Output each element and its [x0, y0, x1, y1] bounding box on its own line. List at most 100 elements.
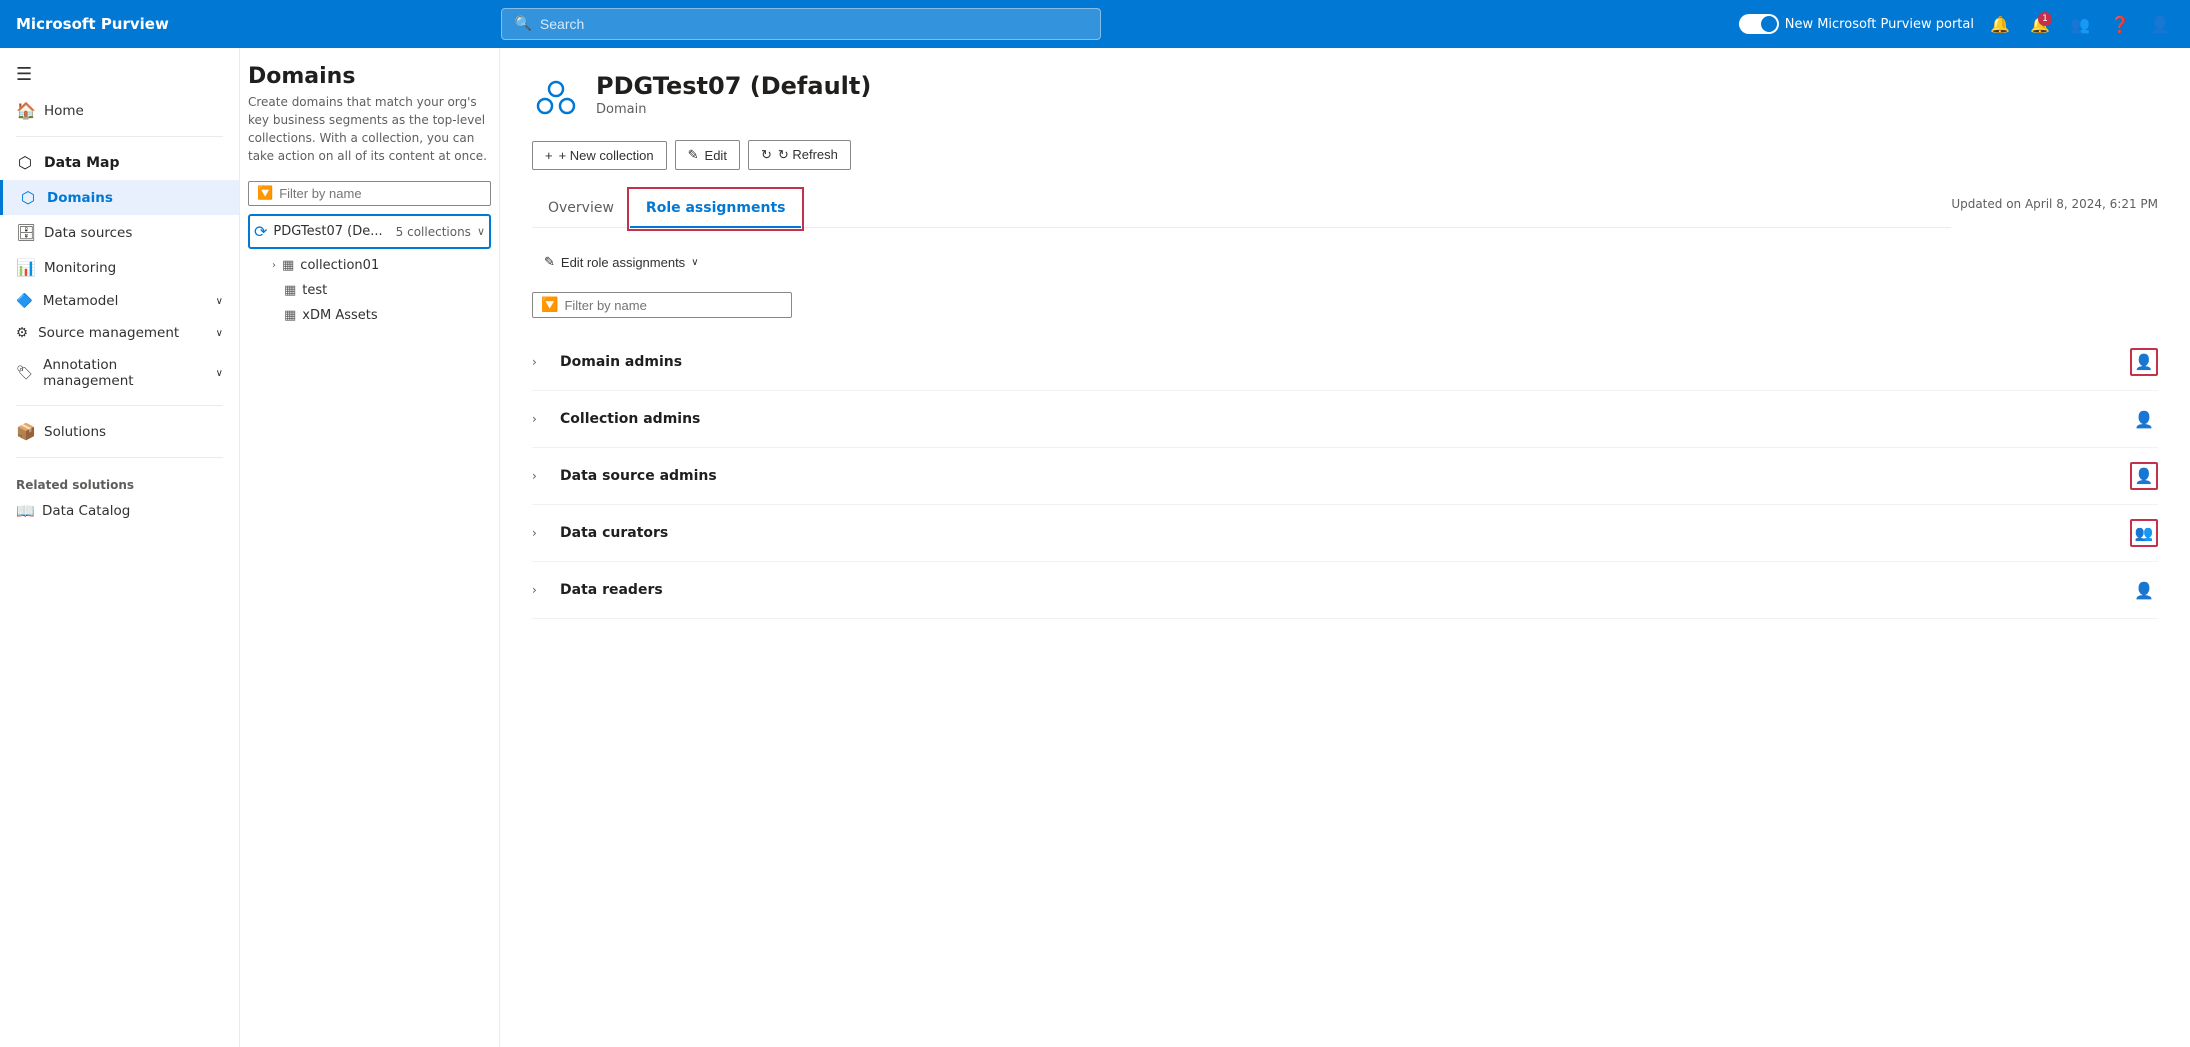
monitoring-icon: 📊 — [16, 258, 34, 277]
detail-subtitle: Domain — [596, 102, 871, 117]
domains-filter-input[interactable] — [279, 186, 482, 201]
domains-page-title: Domains — [248, 64, 491, 89]
tree-item-xdm-assets[interactable]: ▦ xDM Assets — [268, 303, 491, 328]
domain-item-pdgtest07[interactable]: ⟳ PDGTest07 (De... 5 collections ∨ — [248, 214, 491, 249]
refresh-label: ↻ Refresh — [778, 147, 838, 163]
tree-item-label: collection01 — [300, 258, 379, 273]
tabs-row: Overview Role assignments Updated on Apr… — [532, 190, 2158, 228]
tree-item-collection01[interactable]: › ▦ collection01 — [268, 253, 491, 278]
datamap-icon: ⬡ — [16, 153, 34, 172]
user-icon[interactable]: 👤 — [2146, 10, 2174, 38]
source-mgmt-chevron-icon: ∨ — [216, 328, 223, 339]
refresh-button[interactable]: ↻ ↻ Refresh — [748, 140, 851, 170]
alerts-icon[interactable]: 🔔 1 — [2026, 10, 2054, 38]
sidebar-item-home[interactable]: 🏠 Home — [0, 93, 239, 128]
sidebar-item-annotation-mgmt[interactable]: 🏷 Annotation management ∨ — [0, 349, 239, 397]
sidebar-item-monitoring-label: Monitoring — [44, 260, 116, 276]
role-filter-wrap[interactable]: 🔽 — [532, 292, 792, 318]
tree-item-test[interactable]: ▦ test — [268, 278, 491, 303]
detail-domain-icon — [532, 72, 580, 120]
sidebar-item-solutions-label: Solutions — [44, 424, 106, 440]
tabs: Overview Role assignments — [532, 190, 1951, 228]
annotation-mgmt-chevron-icon: ∨ — [216, 368, 223, 379]
notification-icon[interactable]: 🔔 — [1986, 10, 2014, 38]
sidebar-item-solutions[interactable]: 📦 Solutions — [0, 414, 239, 449]
data-readers-icon: 👤 — [2130, 576, 2158, 604]
role-name-data-curators: Data curators — [560, 525, 2118, 541]
sidebar-item-monitoring[interactable]: 📊 Monitoring — [0, 250, 239, 285]
sidebar-item-data-sources-label: Data sources — [44, 225, 132, 241]
sidebar-item-source-mgmt[interactable]: ⚙ Source management ∨ — [0, 317, 239, 349]
data-source-admins-icon-wrap: 👤 — [2130, 462, 2158, 490]
help-icon[interactable]: ❓ — [2106, 10, 2134, 38]
tab-role-assignments[interactable]: Role assignments — [630, 190, 802, 228]
toggle-switch[interactable] — [1739, 14, 1779, 34]
role-expand-chevron-icon: › — [532, 469, 548, 483]
edit-button[interactable]: ✎ Edit — [675, 140, 740, 170]
data-sources-icon: 🗄 — [16, 223, 34, 242]
search-icon: 🔍 — [514, 16, 531, 32]
role-row-data-readers[interactable]: › Data readers 👤 — [532, 562, 2158, 619]
sidebar-item-data-sources[interactable]: 🗄 Data sources — [0, 215, 239, 250]
sidebar-item-source-mgmt-label: Source management — [38, 325, 179, 341]
domain-item-name: PDGTest07 (De... — [273, 224, 389, 239]
detail-title-wrap: PDGTest07 (Default) Domain — [596, 72, 871, 117]
sidebar-divider-3 — [16, 457, 223, 458]
data-source-admins-person-icon: 👤 — [2135, 467, 2154, 485]
role-filter-icon: 🔽 — [541, 297, 558, 313]
sidebar-item-metamodel[interactable]: 🔷 Metamodel ∨ — [0, 285, 239, 317]
new-collection-button[interactable]: + + New collection — [532, 141, 667, 170]
search-bar[interactable]: 🔍 — [501, 8, 1101, 40]
hamburger-menu[interactable]: ☰ — [0, 56, 239, 93]
role-expand-chevron-icon: › — [532, 355, 548, 369]
domain-item-count: 5 collections — [396, 225, 471, 239]
role-expand-chevron-icon: › — [532, 526, 548, 540]
metamodel-chevron-icon: ∨ — [216, 296, 223, 307]
sidebar: ☰ 🏠 Home ⬡ Data Map ⬡ Domains 🗄 Data sou… — [0, 48, 240, 1047]
data-readers-person-icon: 👤 — [2134, 581, 2154, 600]
detail-title: PDGTest07 (Default) — [596, 72, 871, 100]
sidebar-item-domains[interactable]: ⬡ Domains — [0, 180, 239, 215]
role-row-data-curators[interactable]: › Data curators 👥 — [532, 505, 2158, 562]
new-collection-icon: + — [545, 148, 553, 163]
domains-description: Create domains that match your org's key… — [248, 93, 491, 165]
tab-overview[interactable]: Overview — [532, 190, 630, 228]
detail-panel: PDGTest07 (Default) Domain + + New colle… — [500, 48, 2190, 1047]
solutions-icon: 📦 — [16, 422, 34, 441]
portal-toggle[interactable]: New Microsoft Purview portal — [1739, 14, 1974, 34]
collection-tree: › ▦ collection01 ▦ test ▦ xDM Assets — [248, 253, 491, 328]
sidebar-item-annotation-mgmt-label: Annotation management — [43, 357, 206, 389]
role-row-data-source-admins[interactable]: › Data source admins 👤 — [532, 448, 2158, 505]
role-row-collection-admins[interactable]: › Collection admins 👤 — [532, 391, 2158, 448]
domain-item-chevron-icon: ∨ — [477, 225, 485, 238]
sidebar-item-metamodel-label: Metamodel — [43, 293, 119, 309]
edit-role-icon: ✎ — [544, 254, 555, 270]
collection-admins-person-icon: 👤 — [2134, 410, 2154, 429]
data-curators-icon-wrap: 👥 — [2130, 519, 2158, 547]
role-filter-input[interactable] — [564, 298, 783, 313]
role-section-actions: ✎ Edit role assignments ∨ — [532, 248, 2158, 276]
edit-role-assignments-button[interactable]: ✎ Edit role assignments ∨ — [532, 248, 711, 276]
alerts-badge: 1 — [2038, 12, 2052, 26]
sidebar-item-data-catalog-label: Data Catalog — [42, 503, 130, 519]
domains-icon: ⬡ — [19, 188, 37, 207]
home-icon: 🏠 — [16, 101, 34, 120]
collection-icon: ▦ — [282, 258, 294, 273]
sidebar-item-datamap[interactable]: ⬡ Data Map — [0, 145, 239, 180]
domains-panel: Domains Create domains that match your o… — [240, 48, 500, 1047]
sidebar-item-data-catalog[interactable]: 📖 Data Catalog — [0, 496, 239, 526]
domain-admins-icon-wrap: 👤 — [2130, 348, 2158, 376]
updated-timestamp: Updated on April 8, 2024, 6:21 PM — [1951, 197, 2158, 221]
domain-item-icon: ⟳ — [254, 222, 267, 241]
edit-role-chevron-icon: ∨ — [691, 257, 698, 268]
domains-filter-wrap[interactable]: 🔽 — [248, 181, 491, 206]
edit-icon: ✎ — [688, 147, 699, 163]
search-input[interactable] — [540, 16, 1089, 32]
sidebar-item-datamap-label: Data Map — [44, 155, 119, 171]
refresh-icon: ↻ — [761, 147, 772, 163]
tree-chevron-icon: › — [272, 260, 276, 271]
role-name-data-readers: Data readers — [560, 582, 2118, 598]
tree-item-label: xDM Assets — [302, 308, 377, 323]
share-icon[interactable]: 👥 — [2066, 10, 2094, 38]
role-row-domain-admins[interactable]: › Domain admins 👤 — [532, 334, 2158, 391]
